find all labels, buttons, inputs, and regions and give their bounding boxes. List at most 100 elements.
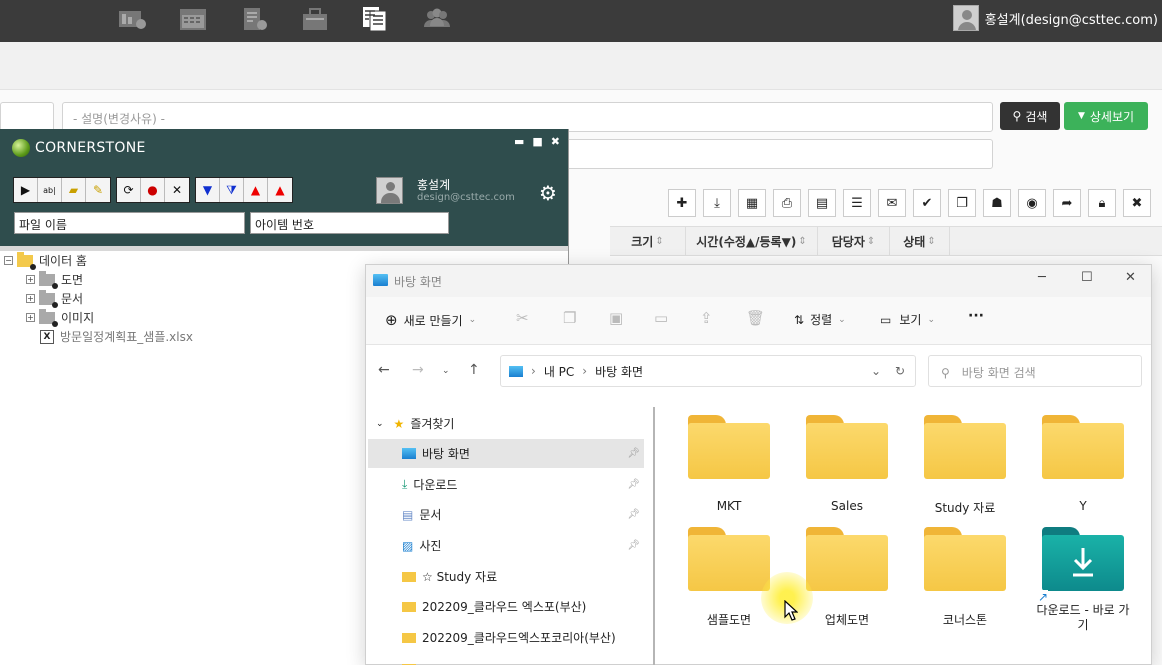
- maximize-icon[interactable]: ■: [532, 135, 542, 148]
- cut-icon[interactable]: ✂: [516, 309, 529, 327]
- abc-icon[interactable]: ab|: [38, 178, 62, 202]
- sidebar-item-documents[interactable]: ▤ 문서 📌︎: [368, 500, 644, 529]
- documents-icon[interactable]: [360, 6, 390, 32]
- folder-tile-sales[interactable]: Sales: [792, 415, 902, 513]
- folder-tile-y[interactable]: Y: [1028, 415, 1138, 513]
- cornerstone-user[interactable]: 홍설계 design@csttec.com: [376, 177, 515, 204]
- add-icon[interactable]: ✚: [668, 189, 696, 217]
- delete-icon[interactable]: 🗑︎: [746, 309, 765, 327]
- maximize-icon[interactable]: ☐: [1081, 270, 1093, 285]
- copy-icon[interactable]: ❐: [563, 309, 576, 327]
- new-button[interactable]: ⊕ 새로 만들기 ⌄: [385, 311, 476, 329]
- x-icon[interactable]: ✕: [165, 178, 189, 202]
- tree-item-documents[interactable]: + 문서: [4, 289, 193, 308]
- breadcrumb-desktop[interactable]: 바탕 화면: [595, 363, 643, 380]
- sync-icon[interactable]: ⟳: [117, 178, 141, 202]
- close-icon[interactable]: ✖: [551, 135, 560, 148]
- item-number-input[interactable]: 아이템 번호: [250, 212, 449, 234]
- pdf-icon[interactable]: ▤: [808, 189, 836, 217]
- refresh-icon[interactable]: ↻: [895, 364, 905, 378]
- calendar-icon[interactable]: [178, 6, 208, 32]
- collapse-icon[interactable]: −: [4, 256, 13, 265]
- view-button[interactable]: ▭ 보기 ⌄: [880, 311, 935, 328]
- folder-tile-mkt[interactable]: MKT: [674, 415, 784, 513]
- share-icon[interactable]: ⇪: [700, 309, 713, 327]
- list-settings-icon[interactable]: ☰: [843, 189, 871, 217]
- sidebar-quick-access[interactable]: ⌄ ★ 즐겨찾기: [368, 409, 644, 438]
- tree-item-images[interactable]: + 이미지: [4, 308, 193, 327]
- tree-item-drawings[interactable]: + 도면: [4, 270, 193, 289]
- current-user[interactable]: 홍설계(design@csttec.com): [952, 4, 1158, 32]
- document-settings-icon[interactable]: [240, 6, 270, 32]
- more-button[interactable]: ···: [968, 308, 984, 324]
- dashboard-icon[interactable]: [117, 6, 147, 32]
- sort-down-icon[interactable]: ▼: [196, 178, 220, 202]
- search-button[interactable]: ⚲ 검색: [1000, 102, 1060, 130]
- breadcrumb-pc[interactable]: 내 PC: [544, 363, 574, 380]
- close-icon[interactable]: ✕: [1125, 270, 1136, 285]
- tree-item-home[interactable]: − 데이터 홈: [4, 251, 193, 270]
- shortcut-tile-downloads[interactable]: ↗ 다운로드 - 바로 가기: [1028, 527, 1138, 633]
- copy-icon[interactable]: ❐: [948, 189, 976, 217]
- back-icon[interactable]: ←: [378, 362, 390, 378]
- delete-icon[interactable]: ●: [141, 178, 165, 202]
- sidebar-item-downloads[interactable]: ⤓ 다운로드 📌︎: [368, 470, 644, 499]
- address-chevron-icon[interactable]: ⌄: [871, 364, 881, 378]
- unlock-icon[interactable]: 🔒︎: [1088, 189, 1116, 217]
- sidebar-item-pictures[interactable]: ▨ 사진 📌︎: [368, 531, 644, 560]
- folder-tile-vendor-drawings[interactable]: 업체도면: [792, 527, 902, 628]
- mail-icon[interactable]: ✉: [878, 189, 906, 217]
- print-icon[interactable]: ⎙: [773, 189, 801, 217]
- pin-icon[interactable]: 📌︎: [627, 540, 640, 551]
- minimize-icon[interactable]: ─: [1038, 270, 1046, 285]
- rename-icon[interactable]: ▭: [654, 309, 668, 327]
- download-icon[interactable]: ⤓: [703, 189, 731, 217]
- folder-add-icon[interactable]: ▰: [62, 178, 86, 202]
- broom-icon[interactable]: ✎: [86, 178, 110, 202]
- recent-chevron-icon[interactable]: ⌄: [442, 366, 450, 376]
- pin-icon[interactable]: 📌︎: [627, 509, 640, 520]
- expand-icon[interactable]: +: [26, 294, 35, 303]
- filter-field-second[interactable]: [560, 139, 993, 169]
- col-time[interactable]: 시간(수정▲/등록▼) ⇕: [686, 227, 818, 255]
- sidebar-item-partial[interactable]: [368, 654, 644, 665]
- filter-icon[interactable]: ⧩: [220, 178, 244, 202]
- up-icon[interactable]: ↑: [468, 362, 480, 378]
- sidebar-item-study[interactable]: ☆ Study 자료: [368, 562, 644, 591]
- move-icon[interactable]: ➦: [1053, 189, 1081, 217]
- tree-item-xlsx[interactable]: X 방문일정계획표_샘플.xlsx: [4, 327, 193, 346]
- play-icon[interactable]: ▶: [14, 178, 38, 202]
- col-size[interactable]: 크기 ⇕: [610, 227, 686, 255]
- sort-button[interactable]: ⇅ 정렬 ⌄: [794, 311, 846, 328]
- gear-icon[interactable]: ⚙: [539, 181, 557, 205]
- expand-icon[interactable]: +: [26, 313, 35, 322]
- paste-icon[interactable]: ▣: [609, 309, 623, 327]
- toolbox-icon[interactable]: [300, 6, 330, 32]
- col-owner[interactable]: 담당자 ⇕: [818, 227, 890, 255]
- user-add-icon[interactable]: ☗: [983, 189, 1011, 217]
- minimize-icon[interactable]: ▬: [514, 135, 524, 148]
- sidebar-splitter[interactable]: [653, 407, 655, 665]
- pin-icon[interactable]: 📌︎: [627, 448, 640, 459]
- col-status[interactable]: 상태 ⇕: [890, 227, 950, 255]
- pin-icon[interactable]: 📌︎: [627, 479, 640, 490]
- forward-icon[interactable]: →: [412, 362, 424, 378]
- filename-input[interactable]: 파일 이름: [14, 212, 245, 234]
- address-bar[interactable]: › 내 PC › 바탕 화면 ⌄ ↻: [500, 355, 916, 387]
- sidebar-item-expo2[interactable]: 202209_클라우드엑스포코리아(부산): [368, 623, 644, 652]
- check-icon[interactable]: ✔: [913, 189, 941, 217]
- sidebar-item-desktop[interactable]: 바탕 화면 📌︎: [368, 439, 644, 468]
- hide-icon[interactable]: ◉: [1018, 189, 1046, 217]
- expand-icon[interactable]: +: [26, 275, 35, 284]
- detail-view-button[interactable]: ▼ 상세보기: [1064, 102, 1148, 130]
- folder-tile-cornerstone[interactable]: 코너스톤: [910, 527, 1020, 628]
- filter-field-left[interactable]: [0, 102, 54, 132]
- folder-tile-study[interactable]: Study 자료: [910, 415, 1020, 516]
- users-icon[interactable]: [422, 6, 452, 32]
- sidebar-item-expo1[interactable]: 202209_클라우드 엑스포(부산): [368, 592, 644, 621]
- sort-up-icon[interactable]: ▲: [244, 178, 268, 202]
- explorer-search-input[interactable]: ⚲ 바탕 화면 검색: [928, 355, 1142, 387]
- calendar-icon[interactable]: ▦: [738, 189, 766, 217]
- lock-up-icon[interactable]: ▲: [268, 178, 292, 202]
- description-field[interactable]: - 설명(변경사유) -: [62, 102, 993, 132]
